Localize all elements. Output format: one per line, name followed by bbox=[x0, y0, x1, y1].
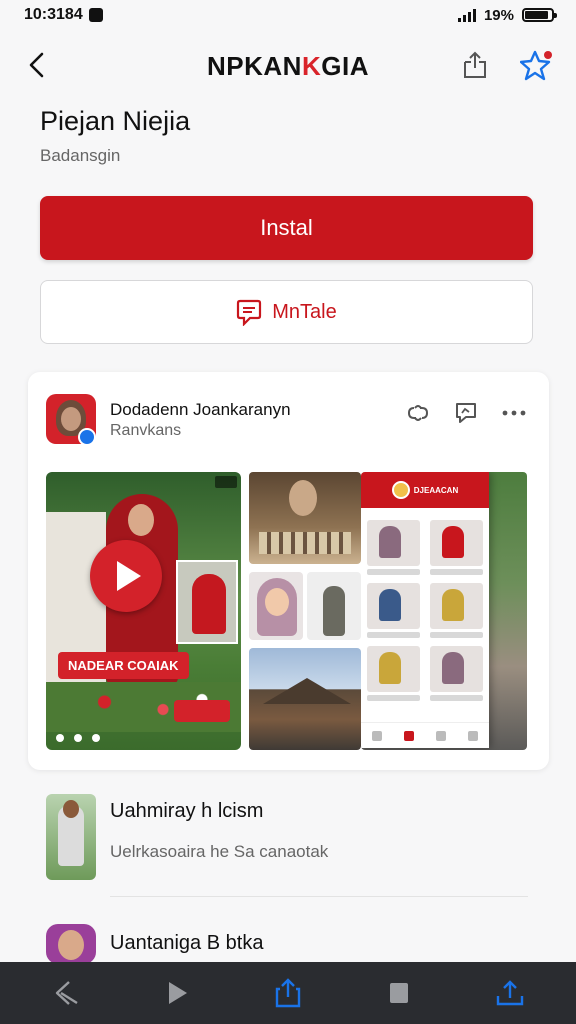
link-icon bbox=[407, 405, 429, 421]
nav-play-button[interactable] bbox=[157, 973, 197, 1013]
photo-portrait[interactable] bbox=[249, 572, 303, 640]
nav-back-button[interactable] bbox=[46, 973, 86, 1013]
app-logo-icon bbox=[391, 481, 410, 499]
app-screenshot[interactable]: DJEAACAN bbox=[361, 472, 527, 750]
install-button[interactable]: Instal bbox=[40, 196, 533, 260]
app-name: Piejan Niejia bbox=[40, 106, 191, 136]
phone-screen: DJEAACAN bbox=[361, 472, 489, 748]
photo-museum[interactable] bbox=[249, 472, 361, 564]
more-icon bbox=[502, 410, 526, 416]
photo-building[interactable] bbox=[249, 648, 361, 750]
title-part-2: GIA bbox=[321, 50, 369, 81]
phone-grid bbox=[367, 520, 483, 701]
status-right: 19% bbox=[457, 6, 557, 24]
header-actions bbox=[458, 48, 554, 82]
stop-icon bbox=[390, 983, 409, 1003]
verified-badge-icon bbox=[78, 428, 96, 446]
phone-nav bbox=[361, 722, 489, 748]
post-meta: Ranvkans bbox=[110, 422, 182, 439]
comment-button[interactable] bbox=[453, 400, 479, 426]
more-button[interactable] bbox=[501, 400, 527, 426]
bookmark-button[interactable] bbox=[520, 48, 554, 82]
battery-text: 19% bbox=[483, 6, 514, 24]
phone-topbar: DJEAACAN bbox=[361, 472, 489, 508]
pip-thumbnail bbox=[176, 560, 238, 644]
photo-man[interactable] bbox=[307, 572, 361, 640]
app-subtitle: Badansgin bbox=[40, 146, 121, 165]
video-badge bbox=[215, 476, 237, 488]
notification-icon bbox=[88, 8, 103, 22]
post-actions bbox=[405, 400, 527, 426]
share-icon bbox=[275, 978, 301, 1008]
list-item-title: Uahmiray h lcism bbox=[110, 800, 264, 822]
video-banner: NADEAR COAIAK bbox=[58, 652, 189, 679]
share-button[interactable] bbox=[458, 48, 492, 82]
title-accent: K bbox=[301, 50, 322, 81]
title-part-1: NPKAN bbox=[207, 50, 302, 81]
signal-icon bbox=[457, 8, 476, 22]
nav-share-button[interactable] bbox=[268, 973, 308, 1013]
secondary-button-label: MnTale bbox=[272, 300, 337, 323]
post-card: Dodadenn Joankaranyn Ranvkans NADEAR COA bbox=[28, 372, 549, 770]
photo-grid bbox=[249, 472, 361, 750]
status-time: 10:3184 bbox=[24, 6, 83, 23]
play-icon bbox=[168, 982, 187, 1004]
bookmark-star-icon bbox=[520, 50, 552, 81]
video-tag bbox=[174, 700, 230, 722]
video-controls bbox=[56, 734, 100, 742]
comment-icon bbox=[456, 403, 476, 423]
list-item-thumbnail bbox=[46, 924, 96, 964]
page-title: NPKANKGIA bbox=[207, 51, 369, 82]
video-thumbnail[interactable]: NADEAR COAIAK bbox=[46, 472, 241, 750]
back-arrow-icon bbox=[55, 981, 78, 1005]
nav-upload-button[interactable] bbox=[490, 973, 530, 1013]
status-bar: 10:3184 19% bbox=[0, 0, 576, 30]
list-item-desc: Uelrkasoaira he Sa canaotak bbox=[110, 842, 329, 861]
upload-icon bbox=[497, 980, 524, 1006]
bottom-toolbar bbox=[0, 962, 576, 1024]
top-header: NPKANKGIA bbox=[0, 38, 576, 94]
status-left: 10:3184 bbox=[24, 6, 103, 24]
phone-title: DJEAACAN bbox=[413, 485, 459, 495]
chat-icon bbox=[237, 299, 262, 326]
play-icon bbox=[117, 561, 141, 591]
divider bbox=[110, 896, 528, 897]
battery-icon bbox=[522, 8, 557, 22]
nav-stop-button[interactable] bbox=[379, 973, 419, 1013]
list-item-title: Uantaniga B btka bbox=[110, 932, 264, 954]
app-screen: 10:3184 19% NPKANKGIA Piejan Niejia Bada… bbox=[0, 0, 576, 1024]
share-icon bbox=[464, 51, 486, 78]
back-icon bbox=[29, 52, 44, 78]
play-button[interactable] bbox=[90, 540, 162, 612]
list-item-thumbnail bbox=[46, 794, 96, 880]
link-button[interactable] bbox=[405, 400, 431, 426]
back-button[interactable] bbox=[22, 50, 52, 80]
secondary-button[interactable]: MnTale bbox=[40, 280, 533, 344]
list-item[interactable]: Uahmiray h lcism Uelrkasoaira he Sa cana… bbox=[0, 794, 576, 886]
post-author[interactable]: Dodadenn Joankaranyn bbox=[110, 400, 291, 420]
